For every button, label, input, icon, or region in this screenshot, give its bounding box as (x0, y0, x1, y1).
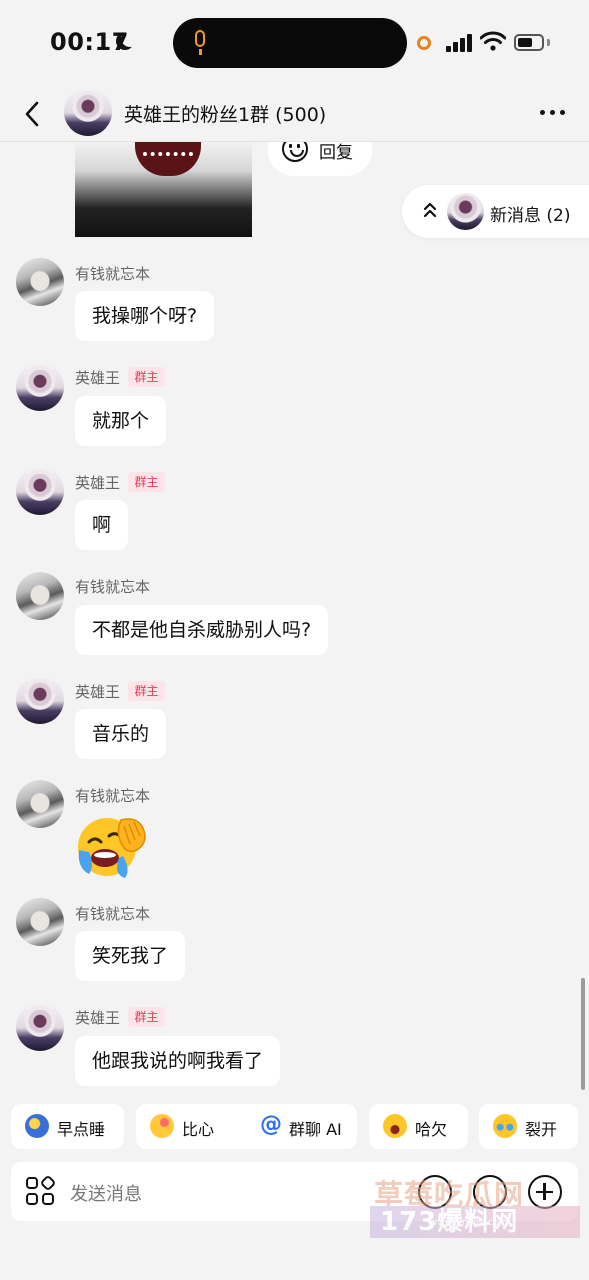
owner-badge: 群主 (128, 1007, 165, 1027)
quick-chip-ai[interactable]: @ 群聊 AI (243, 1104, 357, 1149)
quick-chip-sleep[interactable]: 早点睡 (11, 1104, 124, 1149)
cellular-signal-icon (446, 34, 472, 52)
message-bubble[interactable]: 他跟我说的啊我看了 (75, 1036, 281, 1086)
avatar[interactable] (16, 780, 64, 828)
chip-label: 哈欠 (415, 1120, 448, 1139)
group-avatar[interactable] (64, 88, 112, 136)
apps-grid-icon[interactable] (26, 1174, 57, 1207)
more-options-icon[interactable] (540, 110, 566, 118)
message-bubble[interactable]: 不都是他自杀威胁别人吗? (75, 605, 329, 655)
chip-label: 早点睡 (57, 1120, 106, 1139)
new-messages-button[interactable]: 新消息 (2) (402, 185, 589, 238)
avatar[interactable] (16, 1003, 64, 1051)
double-chevron-up-icon (423, 202, 437, 218)
crying-emoji-icon (493, 1114, 517, 1138)
message-bubble[interactable]: 音乐的 (75, 709, 167, 759)
avatar[interactable] (16, 572, 64, 620)
quick-chip-heart[interactable]: 比心 (136, 1104, 260, 1149)
avatar (447, 193, 484, 230)
moon-sticker-icon (25, 1114, 49, 1138)
message-bubble[interactable]: 笑死我了 (75, 931, 186, 981)
message-bubble[interactable]: 我操哪个呀? (75, 291, 215, 341)
owner-badge: 群主 (128, 681, 165, 701)
crying-laughing-emoji[interactable] (75, 812, 149, 878)
sender-name: 有钱就忘本 (75, 265, 151, 283)
sender-name: 有钱就忘本 (75, 787, 151, 805)
battery-icon (514, 34, 544, 51)
sender-name: 有钱就忘本 (75, 578, 151, 596)
sender-name: 有钱就忘本 (75, 905, 151, 923)
at-icon: @ (260, 1112, 282, 1137)
group-title[interactable]: 英雄王的粉丝1群 (500) (124, 100, 326, 127)
status-bar: 00:17 (0, 0, 589, 88)
image-message[interactable] (75, 142, 252, 237)
sender-name: 英雄王 (75, 474, 121, 492)
dynamic-island (173, 18, 407, 68)
avatar[interactable] (16, 898, 64, 946)
duck-heart-icon (150, 1114, 174, 1138)
sender-name: 英雄王 (75, 1009, 121, 1027)
chat-header: 英雄王的粉丝1群 (500) (0, 88, 589, 142)
recording-indicator-icon (417, 36, 431, 50)
site-watermark: 草莓吃瓜网 173爆料网 www.cmcgw.com (370, 1168, 589, 1244)
avatar[interactable] (16, 363, 64, 411)
avatar[interactable] (16, 258, 64, 306)
chip-label: 群聊 AI (289, 1120, 342, 1139)
wifi-icon (480, 31, 506, 51)
microphone-icon (195, 30, 205, 47)
new-messages-label: 新消息 (2) (490, 206, 571, 226)
message-input[interactable]: 发送消息 (70, 1180, 142, 1206)
back-arrow-icon[interactable] (22, 100, 42, 128)
chip-label: 裂开 (525, 1120, 558, 1139)
status-time: 00:17 (50, 28, 129, 56)
avatar[interactable] (16, 467, 64, 515)
message-bubble[interactable]: 就那个 (75, 396, 167, 446)
owner-badge: 群主 (128, 367, 165, 387)
watermark-url: www.cmcgw.com (430, 1218, 508, 1228)
chip-label: 比心 (182, 1120, 215, 1139)
focus-moon-icon (121, 29, 139, 47)
quick-chip-yawn[interactable]: 哈欠 (369, 1104, 468, 1149)
avatar[interactable] (16, 676, 64, 724)
quick-chip-crack[interactable]: 裂开 (479, 1104, 578, 1149)
owner-badge: 群主 (128, 472, 165, 492)
message-bubble[interactable]: 啊 (75, 500, 129, 550)
sender-name: 英雄王 (75, 683, 121, 701)
sender-name: 英雄王 (75, 369, 121, 387)
yawn-emoji-icon (383, 1114, 407, 1138)
scrollbar[interactable] (581, 978, 585, 1090)
